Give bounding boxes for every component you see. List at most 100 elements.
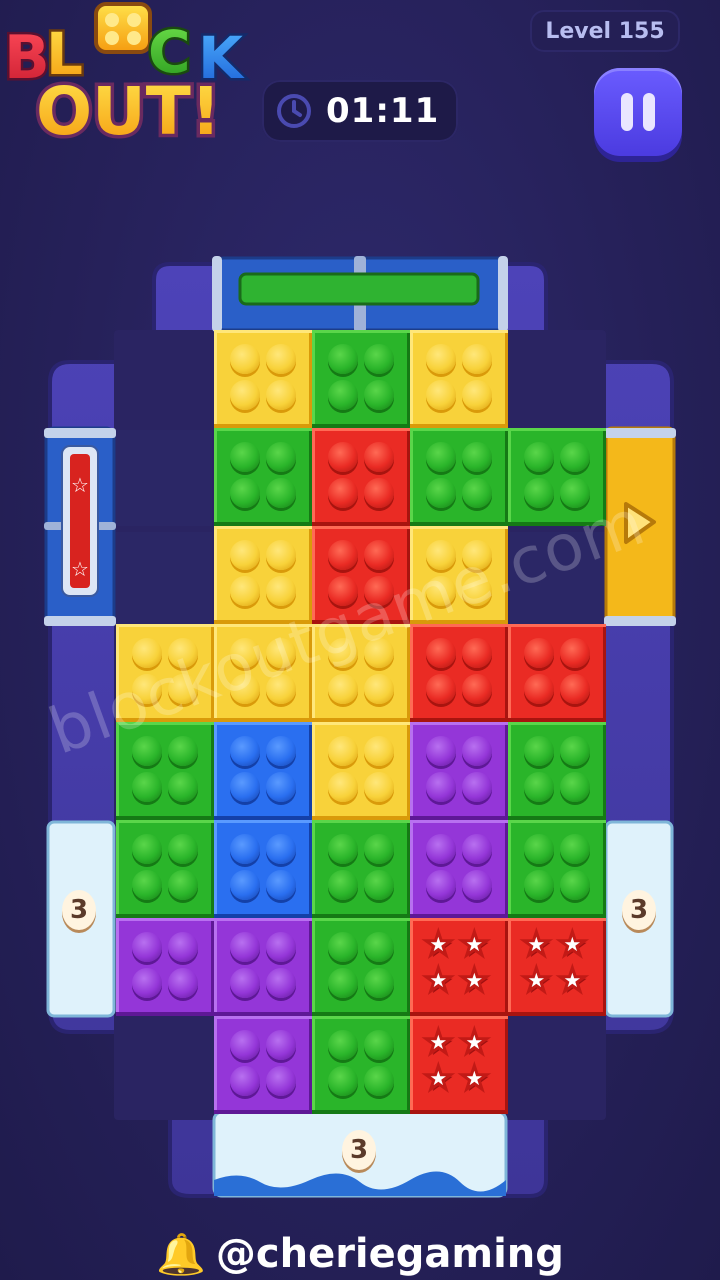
- stud: [364, 1066, 394, 1096]
- stud: [266, 870, 296, 900]
- svg-text:☆: ☆: [71, 557, 89, 581]
- block-cell-green[interactable]: [116, 722, 214, 820]
- timer-value: 01:11: [326, 91, 440, 131]
- stud: [462, 540, 492, 570]
- stud: [462, 834, 492, 864]
- block-cell-yellow[interactable]: [312, 722, 410, 820]
- star-stud-icon: ★: [423, 1023, 455, 1062]
- star-stud-icon: ★: [423, 925, 455, 964]
- stud: [230, 736, 260, 766]
- bottom-gate-counter: 3: [342, 1130, 376, 1170]
- stud: [328, 870, 358, 900]
- block-cell-red[interactable]: [508, 624, 606, 722]
- block-cell-yellow[interactable]: [214, 330, 312, 428]
- svg-text:☆: ☆: [71, 473, 89, 497]
- stud: [560, 736, 590, 766]
- stud: [364, 736, 394, 766]
- block-cell-purple[interactable]: [410, 820, 508, 918]
- stud: [426, 834, 456, 864]
- stud: [266, 968, 296, 998]
- stud: [426, 870, 456, 900]
- game-logo: B L C K OUT!: [0, 0, 270, 154]
- block-cell-red[interactable]: [312, 428, 410, 526]
- stud: [364, 674, 394, 704]
- star-stud-icon: ★: [423, 961, 455, 1000]
- block-cell-red[interactable]: ★ ★ ★ ★: [410, 918, 508, 1016]
- stud: [328, 1066, 358, 1096]
- stud: [328, 576, 358, 606]
- stud: [560, 638, 590, 668]
- stud: [230, 1030, 260, 1060]
- stud: [230, 932, 260, 962]
- stud: [230, 442, 260, 472]
- stud: [364, 834, 394, 864]
- stud: [524, 736, 554, 766]
- block-cell-blue[interactable]: [214, 820, 312, 918]
- stud: [426, 478, 456, 508]
- block-cell-yellow[interactable]: [312, 624, 410, 722]
- block-cell-purple[interactable]: [116, 918, 214, 1016]
- block-cell-red[interactable]: [312, 526, 410, 624]
- block-cell-green[interactable]: [312, 820, 410, 918]
- block-cell-yellow[interactable]: [410, 330, 508, 428]
- pause-button[interactable]: [594, 68, 682, 156]
- stud: [426, 772, 456, 802]
- stud: [524, 772, 554, 802]
- timer: 01:11: [262, 80, 458, 142]
- block-cell-green[interactable]: [312, 1016, 410, 1114]
- block-cell-red[interactable]: [410, 624, 508, 722]
- stud: [168, 772, 198, 802]
- block-cell-green[interactable]: [312, 330, 410, 428]
- stud: [132, 736, 162, 766]
- stud: [266, 772, 296, 802]
- block-cell-green[interactable]: [508, 820, 606, 918]
- game-board: ☆ ☆ 3 3 3 ★ ★ ★ ★ ★ ★ ★ ★ ★ ★ ★ ★: [0, 250, 720, 1210]
- stud: [168, 968, 198, 998]
- stud: [560, 442, 590, 472]
- stud: [462, 478, 492, 508]
- stud: [364, 968, 394, 998]
- stud: [524, 442, 554, 472]
- stud: [560, 674, 590, 704]
- stud: [364, 442, 394, 472]
- stud: [266, 478, 296, 508]
- right-gate-counter: 3: [622, 890, 656, 930]
- block-cell-green[interactable]: [508, 428, 606, 526]
- star-stud-icon: ★: [557, 925, 589, 964]
- stud: [168, 870, 198, 900]
- block-cell-yellow[interactable]: [410, 526, 508, 624]
- stud: [168, 674, 198, 704]
- stud: [364, 478, 394, 508]
- block-cell-green[interactable]: [116, 820, 214, 918]
- stud: [266, 344, 296, 374]
- block-cell-purple[interactable]: [214, 918, 312, 1016]
- stud: [426, 380, 456, 410]
- block-cell-purple[interactable]: [410, 722, 508, 820]
- block-cell-green[interactable]: [312, 918, 410, 1016]
- stud: [266, 442, 296, 472]
- block-cell-yellow[interactable]: [214, 526, 312, 624]
- stud: [560, 834, 590, 864]
- block-cell-green[interactable]: [410, 428, 508, 526]
- stud: [560, 870, 590, 900]
- stud: [230, 834, 260, 864]
- block-cell-red[interactable]: ★ ★ ★ ★: [508, 918, 606, 1016]
- block-cell-yellow[interactable]: [116, 624, 214, 722]
- stud: [328, 442, 358, 472]
- block-cell-yellow[interactable]: [214, 624, 312, 722]
- stud: [266, 932, 296, 962]
- star-stud-icon: ★: [521, 961, 553, 1000]
- block-cell-blue[interactable]: [214, 722, 312, 820]
- stud: [426, 540, 456, 570]
- stud: [328, 1030, 358, 1060]
- clock-icon: [277, 94, 311, 128]
- stud: [426, 674, 456, 704]
- block-cell-green[interactable]: [214, 428, 312, 526]
- left-gate-counter: 3: [62, 890, 96, 930]
- block-cell-red[interactable]: ★ ★ ★ ★: [410, 1016, 508, 1114]
- stud: [364, 932, 394, 962]
- stud: [230, 576, 260, 606]
- stud: [266, 380, 296, 410]
- block-cell-green[interactable]: [508, 722, 606, 820]
- block-cell-purple[interactable]: [214, 1016, 312, 1114]
